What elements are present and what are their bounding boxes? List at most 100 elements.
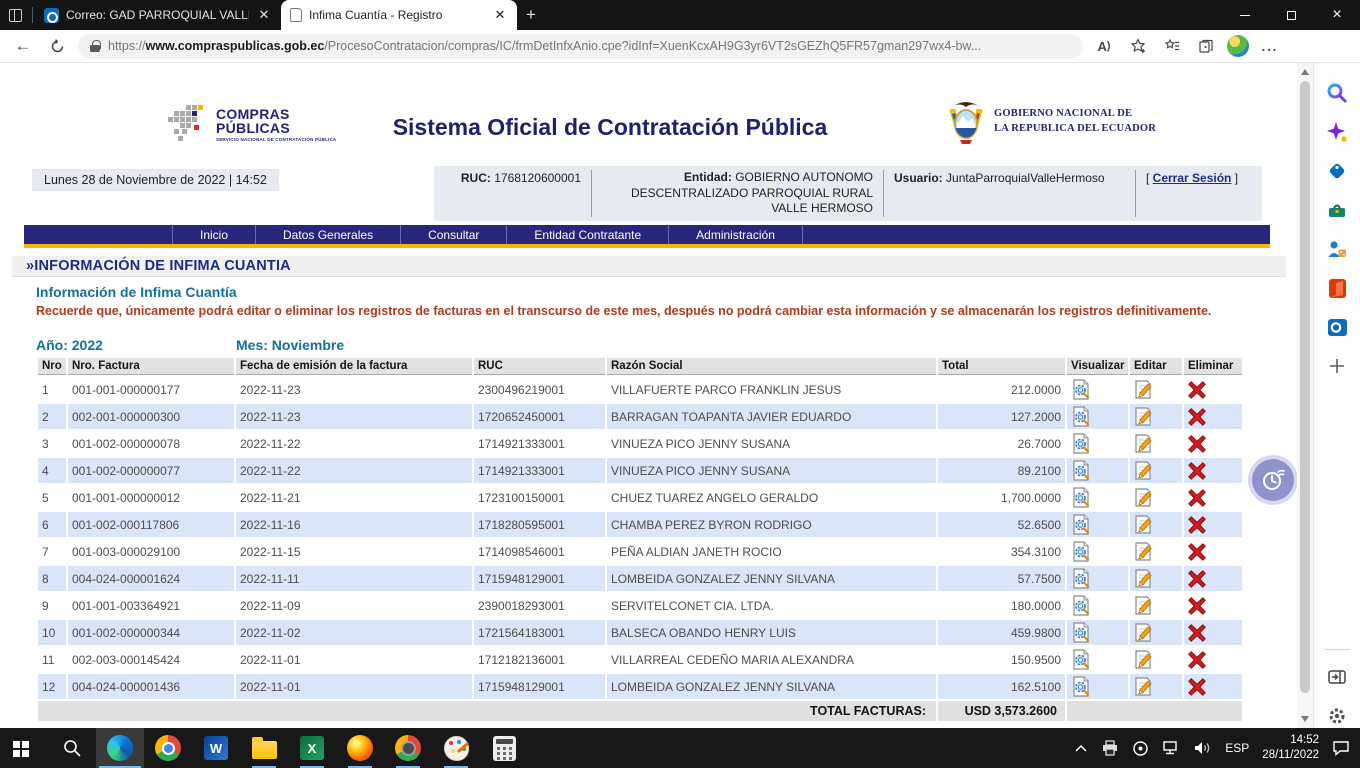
sidebar-add-icon[interactable] bbox=[1325, 354, 1349, 378]
editar-icon[interactable] bbox=[1134, 623, 1153, 642]
eliminar-icon[interactable] bbox=[1188, 651, 1206, 669]
settings-more-icon[interactable]: ... bbox=[1257, 33, 1283, 59]
visualizar-icon[interactable] bbox=[1071, 406, 1092, 427]
minimize-button[interactable] bbox=[1222, 0, 1268, 30]
nav-item-datos-generales[interactable]: Datos Generales bbox=[255, 225, 400, 244]
sidebar-search-icon[interactable] bbox=[1325, 81, 1349, 105]
eliminar-icon[interactable] bbox=[1188, 624, 1206, 642]
visualizar-icon[interactable] bbox=[1071, 460, 1092, 481]
read-aloud-icon[interactable]: A) bbox=[1091, 33, 1117, 59]
eliminar-icon[interactable] bbox=[1188, 462, 1206, 480]
editar-icon[interactable] bbox=[1134, 542, 1153, 561]
editar-icon[interactable] bbox=[1134, 434, 1153, 453]
eliminar-icon[interactable] bbox=[1188, 516, 1206, 534]
taskbar-search-button[interactable] bbox=[48, 728, 96, 768]
eliminar-icon[interactable] bbox=[1188, 489, 1206, 507]
sidebar-office-icon[interactable] bbox=[1325, 276, 1349, 300]
eliminar-icon[interactable] bbox=[1188, 543, 1206, 561]
printer-icon[interactable] bbox=[1101, 740, 1119, 756]
visualizar-icon[interactable] bbox=[1071, 433, 1092, 454]
tray-chevron-icon[interactable] bbox=[1074, 743, 1088, 753]
floating-timer-widget[interactable] bbox=[1252, 459, 1294, 501]
eliminar-icon[interactable] bbox=[1188, 597, 1206, 615]
taskbar-explorer-button[interactable] bbox=[240, 728, 288, 768]
refresh-icon[interactable] bbox=[44, 33, 70, 59]
editar-icon[interactable] bbox=[1134, 569, 1153, 588]
visualizar-icon[interactable] bbox=[1071, 514, 1092, 535]
scroll-down-icon[interactable] bbox=[1301, 716, 1309, 722]
scroll-up-icon[interactable] bbox=[1301, 69, 1309, 75]
scrollbar-thumb[interactable] bbox=[1300, 81, 1310, 693]
editar-icon[interactable] bbox=[1134, 677, 1153, 696]
sidebar-tools-icon[interactable] bbox=[1325, 198, 1349, 222]
editar-icon[interactable] bbox=[1134, 650, 1153, 669]
taskbar-paint-button[interactable] bbox=[432, 728, 480, 768]
nav-item-entidad-contratante[interactable]: Entidad Contratante bbox=[506, 225, 668, 244]
cell-razon-social: CHUEZ TUAREZ ANGELO GERALDO bbox=[607, 485, 936, 510]
collections-icon[interactable] bbox=[1193, 33, 1219, 59]
tab-actions-menu-icon[interactable] bbox=[0, 0, 30, 30]
visualizar-icon[interactable] bbox=[1071, 541, 1092, 562]
sidebar-outlook-icon[interactable] bbox=[1325, 315, 1349, 339]
eliminar-icon[interactable] bbox=[1188, 381, 1206, 399]
language-indicator[interactable]: ESP bbox=[1225, 741, 1249, 755]
tab-infima-cuantia[interactable]: Infima Cuantía - Registro ✕ bbox=[281, 0, 517, 30]
sidebar-games-icon[interactable] bbox=[1325, 237, 1349, 261]
eliminar-icon[interactable] bbox=[1188, 678, 1206, 696]
tab-close-icon[interactable]: ✕ bbox=[256, 7, 272, 23]
cell-total: 127.2000 bbox=[938, 404, 1065, 429]
meet-now-icon[interactable] bbox=[1132, 740, 1149, 757]
invoice-table: Nro Nro. Factura Fecha de emisión de la … bbox=[36, 356, 1244, 723]
editar-icon[interactable] bbox=[1134, 515, 1153, 534]
taskbar-chrome-profile-button[interactable] bbox=[384, 728, 432, 768]
new-tab-button[interactable]: + bbox=[517, 1, 545, 29]
volume-icon[interactable] bbox=[1193, 740, 1212, 756]
eliminar-icon[interactable] bbox=[1188, 570, 1206, 588]
start-button[interactable] bbox=[0, 728, 48, 768]
editar-icon[interactable] bbox=[1134, 407, 1153, 426]
eliminar-icon[interactable] bbox=[1188, 435, 1206, 453]
tab-correo[interactable]: Correo: GAD PARROQUIAL VALLE ✕ bbox=[35, 0, 281, 30]
logout-link[interactable]: Cerrar Sesión bbox=[1153, 171, 1232, 185]
eliminar-icon[interactable] bbox=[1188, 408, 1206, 426]
maximize-button[interactable] bbox=[1268, 0, 1314, 30]
taskbar-chrome-button[interactable] bbox=[144, 728, 192, 768]
visualizar-icon[interactable] bbox=[1071, 487, 1092, 508]
network-icon[interactable] bbox=[1162, 740, 1180, 756]
visualizar-icon[interactable] bbox=[1071, 595, 1092, 616]
favorites-hub-icon[interactable] bbox=[1159, 33, 1185, 59]
visualizar-icon[interactable] bbox=[1071, 379, 1092, 400]
nav-item-consultar[interactable]: Consultar bbox=[400, 225, 506, 244]
editar-icon[interactable] bbox=[1134, 596, 1153, 615]
sidebar-shopping-icon[interactable] bbox=[1325, 159, 1349, 183]
taskbar-firefox-button[interactable] bbox=[336, 728, 384, 768]
taskbar-excel-button[interactable]: X bbox=[288, 728, 336, 768]
section-title: Información de Infima Cuantía bbox=[36, 284, 237, 300]
nav-item-inicio[interactable]: Inicio bbox=[172, 225, 255, 244]
tray-clock[interactable]: 14:52 28/11/2022 bbox=[1262, 733, 1319, 763]
address-bar[interactable]: https://www.compraspublicas.gob.ec/Proce… bbox=[78, 34, 1083, 59]
taskbar-edge-button[interactable] bbox=[96, 728, 144, 768]
cell-fecha: 2022-11-09 bbox=[236, 593, 472, 618]
favorite-this-page-icon[interactable] bbox=[1125, 33, 1151, 59]
visualizar-icon[interactable] bbox=[1071, 676, 1092, 697]
editar-icon[interactable] bbox=[1134, 380, 1153, 399]
editar-icon[interactable] bbox=[1134, 461, 1153, 480]
profile-avatar[interactable] bbox=[1227, 35, 1249, 57]
page-scrollbar[interactable] bbox=[1297, 63, 1313, 728]
sidebar-discover-icon[interactable] bbox=[1325, 120, 1349, 144]
visualizar-icon[interactable] bbox=[1071, 649, 1092, 670]
editar-icon[interactable] bbox=[1134, 488, 1153, 507]
back-icon[interactable]: ← bbox=[10, 33, 36, 59]
close-button[interactable]: × bbox=[1314, 0, 1360, 30]
action-center-icon[interactable] bbox=[1332, 740, 1350, 756]
visualizar-icon[interactable] bbox=[1071, 622, 1092, 643]
sidebar-customize-icon[interactable] bbox=[1325, 665, 1349, 689]
visualizar-icon[interactable] bbox=[1071, 568, 1092, 589]
col-ruc: RUC bbox=[474, 358, 605, 375]
tab-close-icon[interactable]: ✕ bbox=[492, 7, 508, 23]
sidebar-settings-gear-icon[interactable] bbox=[1325, 704, 1349, 728]
taskbar-calculator-button[interactable] bbox=[480, 728, 528, 768]
taskbar-word-button[interactable]: W bbox=[192, 728, 240, 768]
nav-item-administracion[interactable]: Administración bbox=[668, 225, 803, 244]
